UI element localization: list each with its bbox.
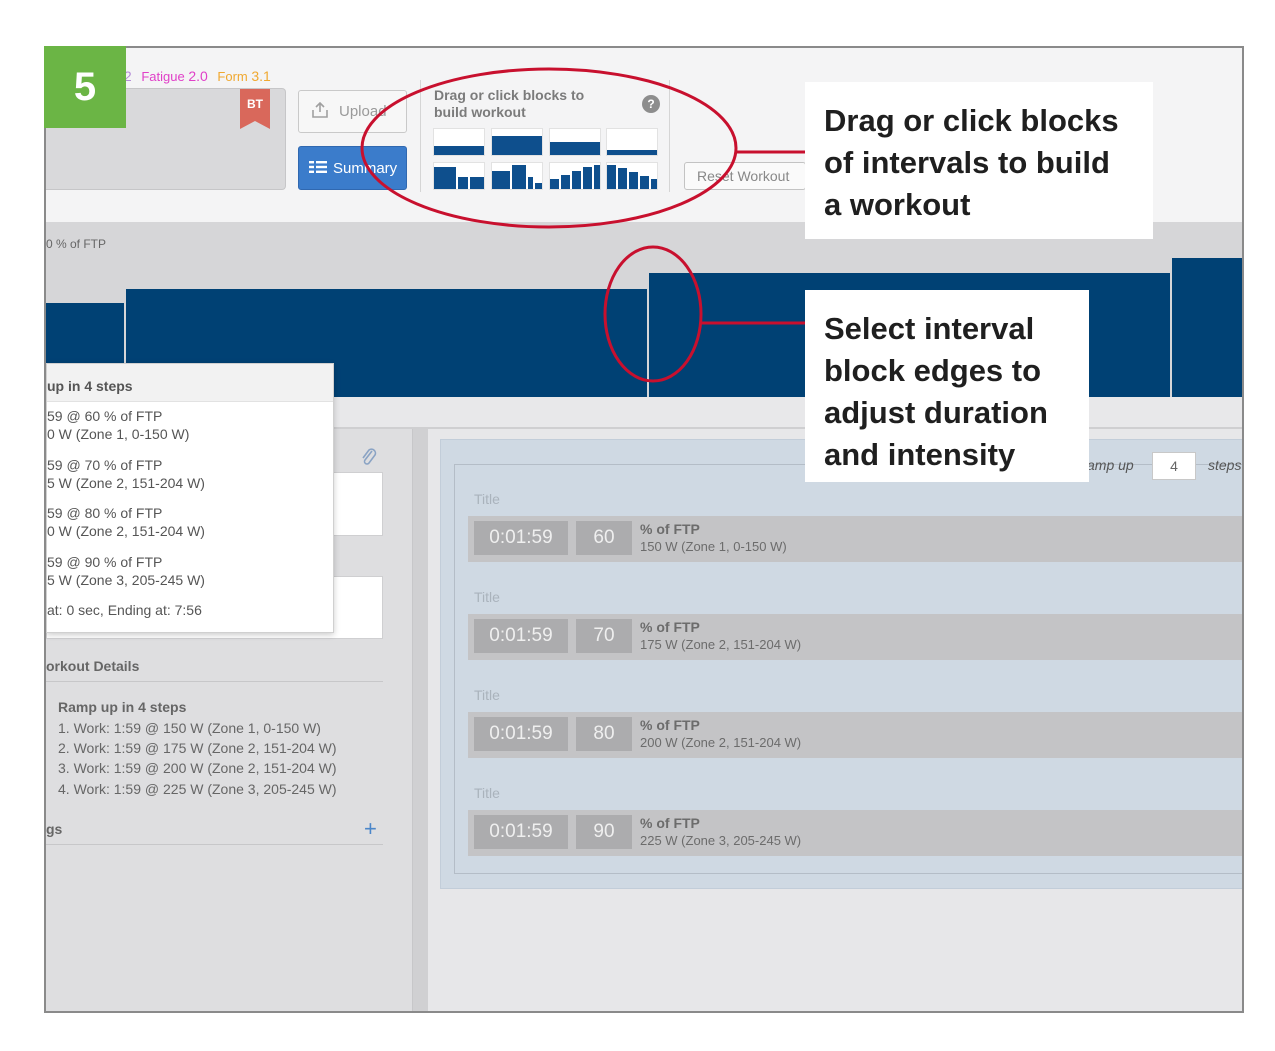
callout-line: Select interval [824,311,1035,346]
callout-line: a workout [824,187,971,222]
callout-line: Drag or click blocks [824,103,1119,138]
callout-build-workout: Drag or click blocks of intervals to bui… [805,82,1153,239]
highlight-ellipse-builder [360,67,738,229]
highlight-ellipse-edge [603,245,703,383]
callout-line: and intensity [824,437,1016,472]
callout-line: block edges to [824,353,1042,388]
callout-line: of intervals to build [824,145,1110,180]
callout-adjust-interval: Select interval block edges to adjust du… [805,290,1089,482]
callout-line: adjust duration [824,395,1048,430]
